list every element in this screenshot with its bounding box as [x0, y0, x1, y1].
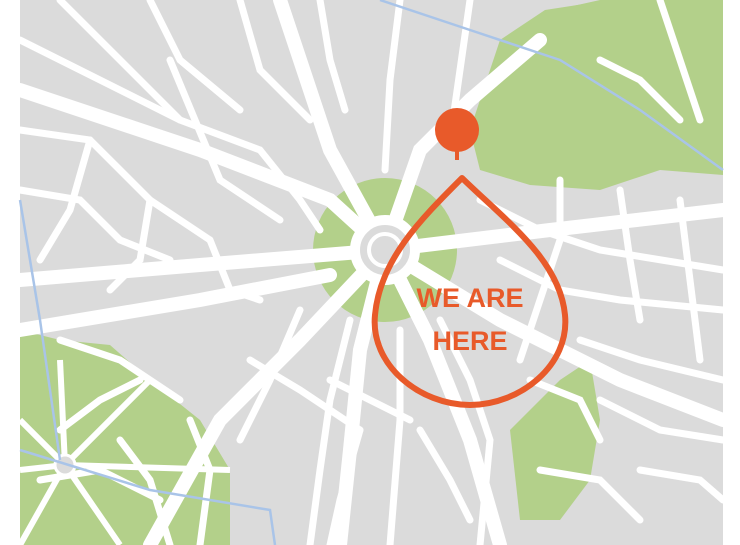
callout-label-line1: WE ARE [417, 283, 524, 313]
pin-head [435, 108, 479, 152]
callout-label-line2: HERE [432, 326, 507, 356]
city-map[interactable]: WE ARE HERE [0, 0, 740, 545]
